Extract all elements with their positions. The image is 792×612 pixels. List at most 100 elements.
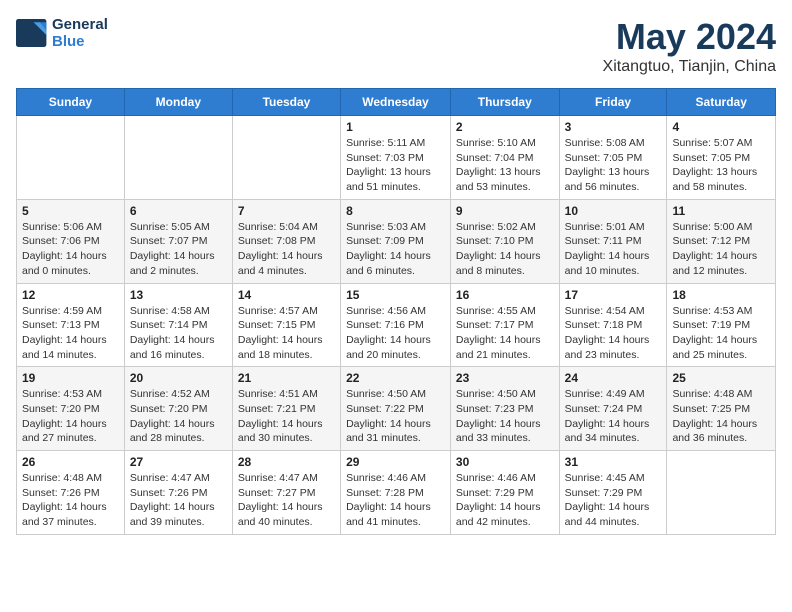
location-title: Xitangtuo, Tianjin, China (603, 58, 776, 76)
day-number: 17 (565, 288, 662, 302)
day-cell: 16 Sunrise: 4:55 AMSunset: 7:17 PMDayligh… (450, 283, 559, 367)
day-cell (17, 116, 125, 200)
week-row-3: 12 Sunrise: 4:59 AMSunset: 7:13 PMDayligh… (17, 283, 776, 367)
day-content: Sunrise: 4:55 AMSunset: 7:17 PMDaylight:… (456, 304, 554, 363)
day-content: Sunrise: 4:53 AMSunset: 7:19 PMDaylight:… (672, 304, 770, 363)
day-number: 5 (22, 204, 119, 218)
week-row-5: 26 Sunrise: 4:48 AMSunset: 7:26 PMDayligh… (17, 451, 776, 535)
day-cell: 24 Sunrise: 4:49 AMSunset: 7:24 PMDayligh… (559, 367, 667, 451)
day-cell: 17 Sunrise: 4:54 AMSunset: 7:18 PMDayligh… (559, 283, 667, 367)
day-cell: 1 Sunrise: 5:11 AMSunset: 7:03 PMDaylight… (341, 116, 451, 200)
calendar-body: 1 Sunrise: 5:11 AMSunset: 7:03 PMDaylight… (17, 116, 776, 535)
day-number: 16 (456, 288, 554, 302)
day-content: Sunrise: 4:50 AMSunset: 7:23 PMDaylight:… (456, 387, 554, 446)
day-content: Sunrise: 5:05 AMSunset: 7:07 PMDaylight:… (130, 220, 227, 279)
day-number: 22 (346, 371, 445, 385)
day-cell: 28 Sunrise: 4:47 AMSunset: 7:27 PMDayligh… (232, 451, 340, 535)
weekday-header-friday: Friday (559, 89, 667, 116)
day-cell: 27Sunrise: 4:47 AMSunset: 7:26 PMDayligh… (124, 451, 232, 535)
day-cell: 2 Sunrise: 5:10 AMSunset: 7:04 PMDaylight… (450, 116, 559, 200)
day-content: Sunrise: 4:46 AMSunset: 7:28 PMDaylight:… (346, 471, 445, 530)
weekday-header-tuesday: Tuesday (232, 89, 340, 116)
day-content: Sunrise: 4:48 AMSunset: 7:25 PMDaylight:… (672, 387, 770, 446)
day-number: 6 (130, 204, 227, 218)
day-cell: 12 Sunrise: 4:59 AMSunset: 7:13 PMDayligh… (17, 283, 125, 367)
day-cell: 18 Sunrise: 4:53 AMSunset: 7:19 PMDayligh… (667, 283, 776, 367)
day-cell (232, 116, 340, 200)
day-number: 26 (22, 455, 119, 469)
day-number: 18 (672, 288, 770, 302)
day-cell: 21 Sunrise: 4:51 AMSunset: 7:21 PMDayligh… (232, 367, 340, 451)
day-number: 13 (130, 288, 227, 302)
day-content: Sunrise: 4:46 AMSunset: 7:29 PMDaylight:… (456, 471, 554, 530)
day-number: 1 (346, 120, 445, 134)
day-content: Sunrise: 5:06 AMSunset: 7:06 PMDaylight:… (22, 220, 119, 279)
day-content: Sunrise: 4:54 AMSunset: 7:18 PMDaylight:… (565, 304, 662, 363)
day-content: Sunrise: 5:07 AMSunset: 7:05 PMDaylight:… (672, 136, 770, 195)
day-number: 12 (22, 288, 119, 302)
day-cell: 23 Sunrise: 4:50 AMSunset: 7:23 PMDayligh… (450, 367, 559, 451)
day-content: Sunrise: 5:03 AMSunset: 7:09 PMDaylight:… (346, 220, 445, 279)
day-content: Sunrise: 5:10 AMSunset: 7:04 PMDaylight:… (456, 136, 554, 195)
week-row-1: 1 Sunrise: 5:11 AMSunset: 7:03 PMDaylight… (17, 116, 776, 200)
day-cell: 30Sunrise: 4:46 AMSunset: 7:29 PMDayligh… (450, 451, 559, 535)
day-cell: 20Sunrise: 4:52 AMSunset: 7:20 PMDayligh… (124, 367, 232, 451)
day-number: 2 (456, 120, 554, 134)
day-number: 4 (672, 120, 770, 134)
day-cell: 26 Sunrise: 4:48 AMSunset: 7:26 PMDayligh… (17, 451, 125, 535)
day-cell: 9Sunrise: 5:02 AMSunset: 7:10 PMDaylight… (450, 199, 559, 283)
day-cell: 5 Sunrise: 5:06 AMSunset: 7:06 PMDaylight… (17, 199, 125, 283)
day-cell: 19Sunrise: 4:53 AMSunset: 7:20 PMDayligh… (17, 367, 125, 451)
day-content: Sunrise: 4:51 AMSunset: 7:21 PMDaylight:… (238, 387, 335, 446)
day-number: 10 (565, 204, 662, 218)
day-number: 25 (672, 371, 770, 385)
logo-icon (16, 19, 48, 47)
day-number: 21 (238, 371, 335, 385)
day-number: 15 (346, 288, 445, 302)
day-cell: 13 Sunrise: 4:58 AMSunset: 7:14 PMDayligh… (124, 283, 232, 367)
day-number: 7 (238, 204, 335, 218)
day-cell (124, 116, 232, 200)
week-row-2: 5 Sunrise: 5:06 AMSunset: 7:06 PMDaylight… (17, 199, 776, 283)
week-row-4: 19Sunrise: 4:53 AMSunset: 7:20 PMDayligh… (17, 367, 776, 451)
day-content: Sunrise: 4:48 AMSunset: 7:26 PMDaylight:… (22, 471, 119, 530)
day-cell: 22 Sunrise: 4:50 AMSunset: 7:22 PMDayligh… (341, 367, 451, 451)
logo-text-line2: Blue (52, 33, 108, 50)
day-cell: 14Sunrise: 4:57 AMSunset: 7:15 PMDayligh… (232, 283, 340, 367)
day-number: 3 (565, 120, 662, 134)
day-number: 28 (238, 455, 335, 469)
day-number: 14 (238, 288, 335, 302)
weekday-header-wednesday: Wednesday (341, 89, 451, 116)
day-cell: 3 Sunrise: 5:08 AMSunset: 7:05 PMDaylight… (559, 116, 667, 200)
day-cell: 15 Sunrise: 4:56 AMSunset: 7:16 PMDayligh… (341, 283, 451, 367)
day-content: Sunrise: 4:49 AMSunset: 7:24 PMDaylight:… (565, 387, 662, 446)
day-number: 8 (346, 204, 445, 218)
day-content: Sunrise: 4:53 AMSunset: 7:20 PMDaylight:… (22, 387, 119, 446)
day-content: Sunrise: 5:11 AMSunset: 7:03 PMDaylight:… (346, 136, 445, 195)
logo-text-line1: General (52, 16, 108, 33)
day-content: Sunrise: 4:59 AMSunset: 7:13 PMDaylight:… (22, 304, 119, 363)
day-content: Sunrise: 5:08 AMSunset: 7:05 PMDaylight:… (565, 136, 662, 195)
day-number: 9 (456, 204, 554, 218)
page-header: General Blue May 2024 Xitangtuo, Tianjin… (16, 16, 776, 76)
logo: General Blue (16, 16, 108, 50)
day-content: Sunrise: 4:56 AMSunset: 7:16 PMDaylight:… (346, 304, 445, 363)
day-number: 20 (130, 371, 227, 385)
day-content: Sunrise: 4:47 AMSunset: 7:27 PMDaylight:… (238, 471, 335, 530)
weekday-header-sunday: Sunday (17, 89, 125, 116)
day-cell: 25 Sunrise: 4:48 AMSunset: 7:25 PMDayligh… (667, 367, 776, 451)
weekday-row: SundayMondayTuesdayWednesdayThursdayFrid… (17, 89, 776, 116)
day-number: 11 (672, 204, 770, 218)
day-number: 27 (130, 455, 227, 469)
day-cell: 8 Sunrise: 5:03 AMSunset: 7:09 PMDaylight… (341, 199, 451, 283)
weekday-header-thursday: Thursday (450, 89, 559, 116)
calendar-header: SundayMondayTuesdayWednesdayThursdayFrid… (17, 89, 776, 116)
day-content: Sunrise: 4:58 AMSunset: 7:14 PMDaylight:… (130, 304, 227, 363)
calendar-table: SundayMondayTuesdayWednesdayThursdayFrid… (16, 88, 776, 535)
day-number: 24 (565, 371, 662, 385)
day-cell: 31Sunrise: 4:45 AMSunset: 7:29 PMDayligh… (559, 451, 667, 535)
day-content: Sunrise: 4:50 AMSunset: 7:22 PMDaylight:… (346, 387, 445, 446)
day-content: Sunrise: 5:01 AMSunset: 7:11 PMDaylight:… (565, 220, 662, 279)
day-number: 23 (456, 371, 554, 385)
weekday-header-saturday: Saturday (667, 89, 776, 116)
